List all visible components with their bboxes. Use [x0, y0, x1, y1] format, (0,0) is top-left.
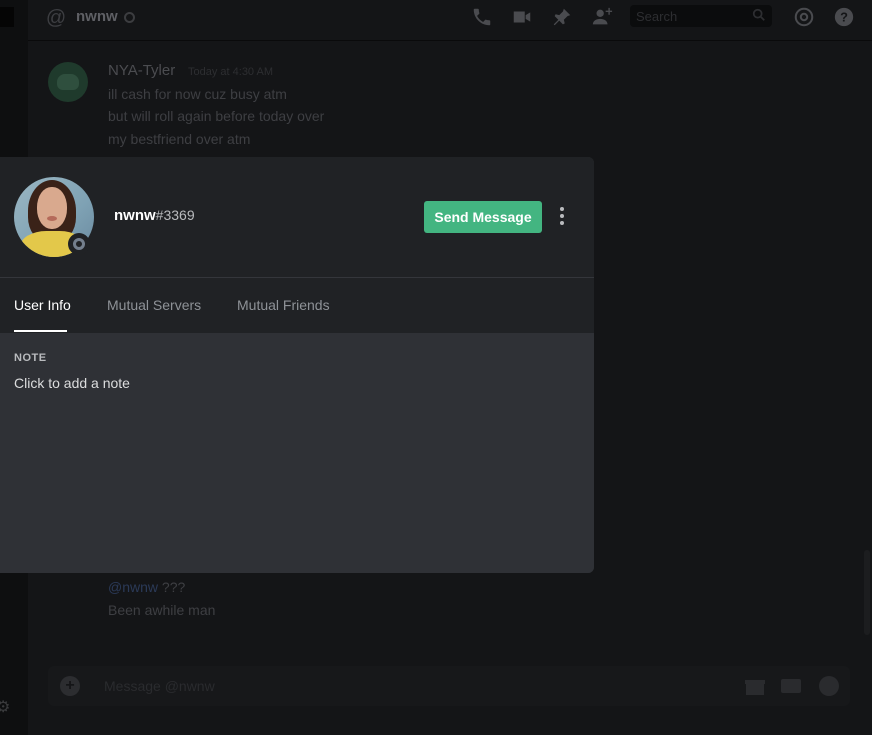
settings-gear-icon: ⚙ [0, 699, 11, 716]
message-line: my bestfriend over atm [108, 131, 251, 147]
channel-header: @ nwnw Search ? [28, 0, 872, 41]
more-options-icon[interactable] [556, 207, 568, 227]
profile-body: NOTE Click to add a note [0, 333, 594, 573]
recipient-status-icon [124, 12, 135, 23]
send-message-button[interactable]: Send Message [424, 201, 542, 233]
tab-mutual-friends[interactable]: Mutual Friends [237, 297, 330, 313]
gif-icon[interactable] [780, 675, 802, 697]
message-text: ??? [158, 579, 186, 595]
offline-status-icon [68, 233, 90, 255]
emoji-icon[interactable] [818, 675, 840, 697]
message-line: Been awhile man [108, 602, 216, 618]
at-icon: @ [45, 7, 67, 29]
composer-placeholder: Message @nwnw [104, 678, 215, 694]
message-timestamp: Today at 4:30 AM [188, 66, 273, 78]
svg-text:?: ? [840, 10, 848, 25]
username-text: nwnw [114, 207, 156, 224]
profile-avatar [14, 177, 94, 257]
search-placeholder: Search [636, 9, 678, 24]
dm-recipient-name: nwnw [76, 8, 118, 25]
search-icon [752, 8, 766, 22]
message-composer[interactable]: + Message @nwnw [48, 666, 850, 706]
user-profile-modal: nwnw#3369 Send Message User Info Mutual … [0, 157, 594, 573]
tab-mutual-servers[interactable]: Mutual Servers [107, 297, 201, 313]
chat-scrollbar[interactable] [864, 550, 870, 635]
tab-user-info[interactable]: User Info [14, 297, 71, 313]
message-line: but will roll again before today over [108, 108, 325, 124]
message-author[interactable]: NYA-Tyler [108, 62, 175, 79]
call-icon[interactable] [470, 6, 494, 28]
user-mention[interactable]: @nwnw [108, 579, 158, 595]
gift-icon[interactable] [744, 675, 766, 697]
profile-username: nwnw#3369 [114, 207, 195, 224]
note-title: NOTE [14, 352, 47, 364]
active-tab-indicator [14, 330, 67, 332]
note-input[interactable]: Click to add a note [14, 375, 554, 391]
search-input[interactable]: Search [630, 5, 772, 27]
message-line: ill cash for now cuz busy atm [108, 86, 287, 102]
discriminator: #3369 [155, 207, 195, 223]
server-icon [0, 7, 14, 27]
mentions-icon[interactable] [792, 6, 816, 28]
help-icon[interactable]: ? [832, 6, 856, 28]
profile-header: nwnw#3369 Send Message [0, 157, 594, 278]
message-author-avatar[interactable] [48, 62, 88, 102]
add-friend-icon[interactable] [590, 6, 614, 28]
pin-icon[interactable] [550, 6, 574, 28]
message-line-mention: @nwnw ??? [108, 579, 185, 595]
profile-tabs: User Info Mutual Servers Mutual Friends [0, 278, 594, 333]
video-call-icon[interactable] [510, 6, 534, 28]
upload-plus-icon[interactable]: + [60, 676, 80, 696]
